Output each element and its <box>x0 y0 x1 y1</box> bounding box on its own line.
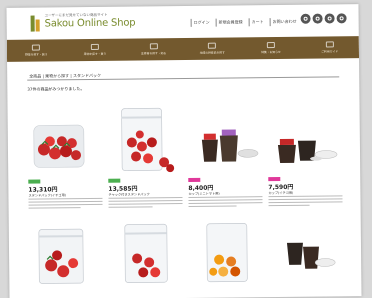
site-logo[interactable]: ユーザーにまだ見せていない商品サイト Sakou Online Shop <box>30 13 135 34</box>
product-image[interactable] <box>189 213 266 284</box>
feature-icon <box>266 42 275 49</box>
fruit-icon <box>90 43 99 50</box>
product-image[interactable] <box>187 95 264 176</box>
site-header: ユーザーにまだ見せていない商品サイト Sakou Online Shop ログイ… <box>6 4 358 38</box>
nav-item-features[interactable]: 特集・お知らせ <box>241 37 300 60</box>
utility-links: ログイン 新規会員登録 カート お問い合わせ <box>190 17 299 27</box>
cart-icon[interactable] <box>324 13 335 24</box>
product-description <box>268 195 343 208</box>
product-image[interactable] <box>27 97 104 178</box>
product-tag <box>268 176 281 182</box>
product-name[interactable]: カップ(イチゴ用) <box>268 190 293 195</box>
nav-item-vegetables[interactable]: 野菜を探す・買う <box>7 39 66 62</box>
user-icon[interactable] <box>312 13 323 24</box>
search-icon[interactable] <box>300 13 311 24</box>
product-card[interactable]: 13,310円 スタンドパック(イチゴ用) <box>27 97 103 209</box>
product-name[interactable]: スタンドパック(イチゴ用) <box>28 192 66 197</box>
product-card[interactable] <box>29 215 105 284</box>
product-card[interactable] <box>269 212 345 269</box>
producer-icon <box>149 43 158 50</box>
nav-label: 果物を探す・買う <box>83 51 107 57</box>
product-card[interactable]: 7,590円 カップ(イチゴ用) <box>267 94 343 207</box>
product-card[interactable]: 8,400円 カップ(ミニトマト用) <box>187 95 263 208</box>
register-link[interactable]: 新規会員登録 <box>215 18 245 27</box>
nav-item-specialties[interactable]: 地域の特産品を探す <box>183 37 242 60</box>
help-icon[interactable] <box>336 13 347 24</box>
nav-item-producers[interactable]: 生産者を探す・知る <box>124 38 183 61</box>
nav-label: 地域の特産品を探す <box>199 50 225 55</box>
product-card[interactable] <box>189 213 265 283</box>
logo-title: Sakou Online Shop <box>44 17 136 30</box>
nav-label: 特集・お知らせ <box>261 49 281 55</box>
product-image[interactable] <box>269 212 346 283</box>
nav-item-guide[interactable]: ご利用ガイド <box>300 36 359 59</box>
nav-label: ご利用ガイド <box>321 49 339 54</box>
product-tag <box>28 179 41 184</box>
guide-icon <box>325 41 334 48</box>
product-card[interactable]: 13,585円 チャック付きスタンドパック <box>107 96 183 208</box>
header-icons <box>300 13 347 24</box>
product-grid: 13,310円 スタンドパック(イチゴ用) 13,585円 チャック付きスタンド… <box>27 94 345 284</box>
product-image[interactable] <box>29 215 106 286</box>
login-link[interactable]: ログイン <box>190 18 212 27</box>
product-description <box>188 196 263 209</box>
vegetable-icon <box>32 44 41 51</box>
result-count: 37件の商品がみつかりました。 <box>27 86 85 92</box>
nav-label: 生産者を探す・知る <box>141 51 167 56</box>
shop-page: ユーザーにまだ見せていない商品サイト Sakou Online Shop ログイ… <box>6 4 362 298</box>
nav-item-fruits[interactable]: 果物を探す・買う <box>65 39 124 62</box>
cart-link[interactable]: カート <box>248 18 266 27</box>
product-image[interactable] <box>109 214 186 285</box>
main-nav: 野菜を探す・買う 果物を探す・買う 生産者を探す・知る 地域の特産品を探す 特集… <box>6 36 360 62</box>
contact-link[interactable]: お問い合わせ <box>269 17 299 27</box>
logo-mark-icon <box>30 15 41 32</box>
product-tag <box>108 178 121 183</box>
product-name[interactable]: チャック付きスタンドパック <box>108 191 149 196</box>
nav-label: 野菜を探す・買う <box>25 52 48 57</box>
product-tag <box>188 177 201 182</box>
region-icon <box>208 42 217 49</box>
product-card[interactable] <box>109 214 185 283</box>
product-image[interactable] <box>267 94 344 175</box>
product-description <box>28 197 103 211</box>
product-image[interactable] <box>107 96 184 177</box>
product-description <box>108 197 183 210</box>
product-name[interactable]: カップ(ミニトマト用) <box>188 191 219 196</box>
